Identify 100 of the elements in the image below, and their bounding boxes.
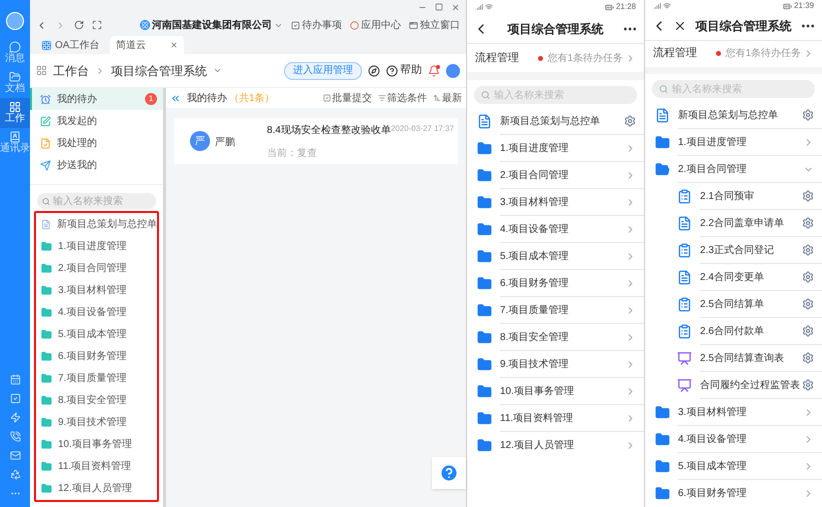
list-item[interactable]: 11.项目资料管理 [500,410,625,426]
lightning-icon[interactable] [10,412,20,423]
list-item[interactable]: 新项目总策划与总控单 [500,114,624,128]
document-icon [655,108,670,123]
refresh-icon[interactable] [74,20,84,30]
sidebar-item[interactable]: 我处理的 [30,132,163,154]
tree-item[interactable]: 4.项目设备管理 [58,304,126,320]
nav-item[interactable]: 工作 [0,98,30,128]
tree-item[interactable]: 3.项目材料管理 [58,282,126,298]
list-item[interactable]: 2.项目合同管理 [678,162,803,176]
list-item[interactable]: 7.项目质量管理 [500,302,625,318]
list-action[interactable]: 批量提交 [323,90,372,106]
phone-icon[interactable] [10,431,20,442]
recycle-icon[interactable] [10,469,20,480]
list-item[interactable]: 6.项目财务管理 [678,486,803,501]
settings-icon[interactable] [802,244,814,256]
list-item[interactable]: 2.3正式合同登记 [700,242,802,258]
tree-item[interactable]: 1.项目进度管理 [58,238,126,254]
close-tab-icon[interactable] [170,41,178,49]
search-input[interactable]: 输入名称来搜索 [53,194,151,208]
list-item[interactable]: 2.1合同预审 [700,188,802,204]
list-item[interactable]: 6.项目财务管理 [500,276,625,290]
sidebar-item[interactable]: 我发起的 [30,110,163,132]
settings-icon[interactable] [802,109,814,121]
list-item[interactable]: 3.项目材料管理 [678,404,803,420]
grid-icon[interactable] [36,65,47,76]
list-item[interactable]: 1.项目进度管理 [678,134,803,150]
list-item[interactable]: 9.项目技术管理 [500,356,625,372]
list-item[interactable]: 5.项目成本管理 [500,248,625,264]
settings-icon[interactable] [802,352,814,364]
settings-icon[interactable] [802,298,814,310]
fullscreen-icon[interactable] [92,20,102,30]
chat-icon [9,41,21,53]
list-item[interactable]: 1.项目进度管理 [500,140,625,156]
chart-board-icon [677,351,692,366]
breadcrumb-item[interactable]: 工作台 [53,62,89,80]
status-time: 21:28 [616,1,636,13]
settings-icon[interactable] [802,379,814,391]
sidebar-item[interactable]: 抄送我的 [30,154,163,176]
flow-bar[interactable]: 流程管理 您有1条待办任务 [467,44,644,72]
tree-item[interactable]: 6.项目财务管理 [58,348,126,364]
list-item[interactable]: 3.项目材料管理 [500,194,625,210]
toolbar-link[interactable]: 待办事项 [291,18,342,32]
collapse-icon[interactable] [170,92,181,104]
compass-icon[interactable] [368,64,380,76]
calendar-icon[interactable] [10,374,20,385]
list-item[interactable]: 12.项目人员管理 [500,438,625,453]
task-card[interactable]: 严 严鹏 8.4现场安全检查整改验收单 当前：复查 2020-03-27 17:37 [174,118,458,164]
bell-icon[interactable] [428,64,440,76]
tree-item[interactable]: 7.项目质量管理 [58,370,126,386]
list-item[interactable]: 2.项目合同管理 [500,168,625,182]
list-action[interactable]: 筛选条件 [378,90,427,106]
settings-icon[interactable] [802,190,814,202]
flow-bar[interactable]: 流程管理 您有1条待办任务 [645,40,822,67]
browser-tab[interactable]: 简道云 [110,36,184,54]
settings-icon[interactable] [802,325,814,337]
list-item[interactable]: 4.项目设备管理 [500,222,625,236]
folder-icon [477,276,492,291]
toolbar-link[interactable]: 应用中心 [350,18,401,32]
list-item[interactable]: 新项目总策划与总控单 [678,108,802,122]
list-item[interactable]: 4.项目设备管理 [678,432,803,446]
checkbox-icon[interactable] [10,393,20,404]
breadcrumb-item[interactable]: 项目综合管理系统 [111,62,207,80]
avatar[interactable] [446,64,460,78]
settings-icon[interactable] [624,115,636,127]
settings-icon[interactable] [802,217,814,229]
help-icon[interactable] [432,457,466,489]
tree-item[interactable]: 9.项目技术管理 [58,414,126,430]
tree-item[interactable]: 12.项目人员管理 [58,480,132,496]
search-field[interactable]: 输入名称来搜索 [37,193,156,209]
folder-icon [655,432,670,447]
browser-tab[interactable]: OA工作台 [36,36,110,54]
list-item[interactable]: 2.2合同盖章申请单 [700,216,802,230]
settings-icon[interactable] [802,271,814,283]
tree-item[interactable]: 8.项目安全管理 [58,392,126,408]
list-item[interactable]: 2.5合同结算查询表 [700,350,802,366]
list-item[interactable]: 5.项目成本管理 [678,458,803,474]
tree-item[interactable]: 2.项目合同管理 [58,260,126,276]
list-item[interactable]: 8.项目安全管理 [500,330,625,344]
help-link[interactable]: 帮助 [386,62,422,79]
tree-item[interactable]: 5.项目成本管理 [58,326,126,342]
maximize-icon[interactable] [435,3,443,11]
tree-item[interactable]: 10.项目事务管理 [58,436,132,452]
mail-icon[interactable] [10,450,20,461]
folder-icon [41,394,52,406]
sidebar-item[interactable]: 我的待办 1 [30,88,163,110]
list-item[interactable]: 2.4合同变更单 [700,270,802,284]
list-item[interactable]: 合同履约全过程监管表 [700,378,802,392]
list-item[interactable]: 2.6合同付款单 [700,324,802,338]
tree-item[interactable]: 11.项目资料管理 [58,458,132,474]
caret-icon[interactable] [213,66,222,75]
list-item[interactable]: 10.项目事务管理 [500,384,625,398]
avatar: 严 [190,131,210,151]
org-switcher[interactable]: 河南国基建设集团有限公司 [140,18,283,32]
tree-item[interactable]: 新项目总策划与总控单 [57,216,157,232]
wifi-icon [663,2,671,10]
avatar[interactable] [6,12,24,30]
toolbar-link[interactable]: 独立窗口 [409,18,460,32]
list-action[interactable]: 最新 [433,90,462,106]
list-item[interactable]: 2.5合同结算单 [700,296,802,312]
